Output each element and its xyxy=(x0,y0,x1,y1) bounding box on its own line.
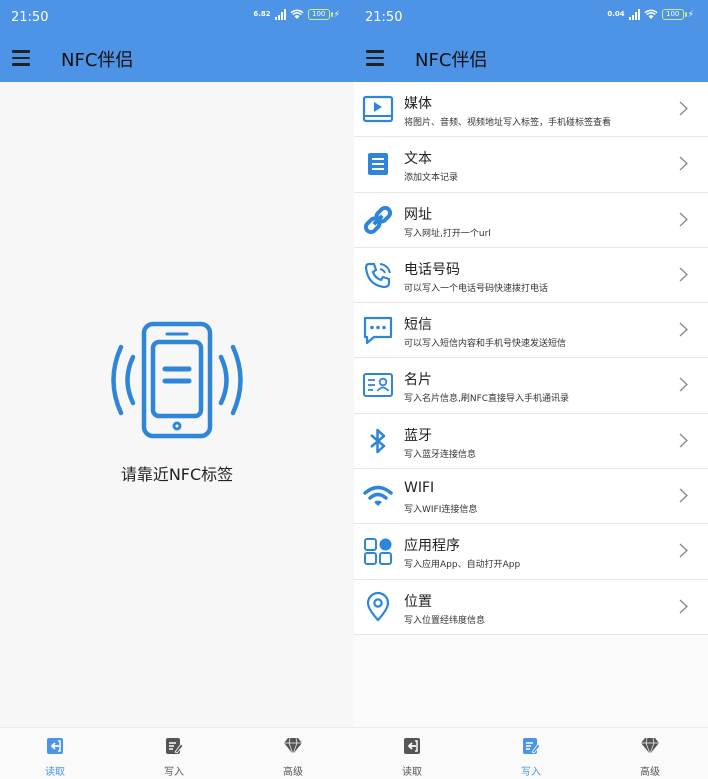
list-item-media[interactable]: 媒体 将图片、音频、视频地址写入标签，手机碰标签查看 xyxy=(354,82,708,138)
write-screen: 21:50 0.04 100 ⚡ NFC伴侣 媒体 将图片、音频、视频地址写入标… xyxy=(354,0,708,779)
chevron-right-icon xyxy=(679,267,688,282)
bluetooth-icon xyxy=(370,428,386,454)
charging-icon: ⚡ xyxy=(333,9,340,20)
apps-icon xyxy=(364,538,392,566)
wifi-status-icon xyxy=(290,9,304,19)
wifi-icon xyxy=(363,485,393,507)
approach-nfc-hint: 请靠近NFC标签 xyxy=(120,465,234,484)
battery-icon: 100 xyxy=(661,9,687,20)
app-bar: NFC伴侣 xyxy=(0,34,354,82)
chevron-right-icon xyxy=(679,101,688,116)
tab-advanced[interactable]: 高级 xyxy=(620,736,680,778)
chevron-right-icon xyxy=(679,378,688,392)
nfc-read-prompt: 请靠近NFC标签 xyxy=(0,320,354,485)
write-icon xyxy=(523,738,541,754)
write-icon xyxy=(166,738,184,754)
tab-read[interactable]: 读取 xyxy=(25,736,85,778)
phone-icon xyxy=(364,262,391,288)
tab-write[interactable]: 写入 xyxy=(144,736,204,778)
chevron-right-icon xyxy=(679,212,688,227)
list-item-url[interactable]: 网址 写入网址,打开一个url xyxy=(354,192,708,248)
signal-icon xyxy=(274,9,286,20)
status-time: 21:50 xyxy=(365,10,403,25)
media-icon xyxy=(362,95,394,123)
wifi-status-icon xyxy=(644,9,658,19)
list-item-bluetooth[interactable]: 蓝牙 写入蓝牙连接信息 xyxy=(354,413,708,470)
menu-icon[interactable] xyxy=(12,50,30,66)
location-icon xyxy=(366,591,390,622)
bottom-nav: 读取 写入 高级 xyxy=(354,727,708,779)
text-icon xyxy=(368,153,388,176)
list-item-apps[interactable]: 应用程序 写入应用App、自动打开App xyxy=(354,524,708,580)
app-title: NFC伴侣 xyxy=(61,50,134,71)
chevron-right-icon xyxy=(679,599,688,614)
diamond-icon xyxy=(284,737,302,755)
read-icon xyxy=(47,738,63,754)
net-speed: 6.82 xyxy=(253,10,271,18)
list-item-wifi[interactable]: WIFI 写入WIFI连接信息 xyxy=(354,469,708,525)
tab-advanced[interactable]: 高级 xyxy=(263,736,323,778)
chevron-right-icon xyxy=(679,322,688,337)
sms-icon xyxy=(363,317,393,345)
status-bar: 21:50 6.82 100 ⚡ xyxy=(0,0,354,34)
chevron-right-icon xyxy=(679,488,688,503)
bottom-nav: 读取 写入 高级 xyxy=(0,727,354,779)
nfc-phone-icon xyxy=(107,320,247,445)
list-item-phone[interactable]: 电话号码 可以写入一个电话号码快速拨打电话 xyxy=(354,247,708,304)
battery-icon: 100 xyxy=(307,9,333,20)
menu-icon[interactable] xyxy=(366,50,384,66)
list-item-contact-card[interactable]: 名片 写入名片信息,刷NFC直接导入手机通讯录 xyxy=(354,358,708,414)
net-speed: 0.04 xyxy=(607,10,625,18)
list-item-location[interactable]: 位置 写入位置经纬度信息 xyxy=(354,579,708,635)
link-icon xyxy=(363,205,393,234)
app-bar: NFC伴侣 xyxy=(354,34,708,82)
list-item-text[interactable]: 文本 添加文本记录 xyxy=(354,137,708,193)
status-bar: 21:50 0.04 100 ⚡ xyxy=(354,0,708,34)
tab-read[interactable]: 读取 xyxy=(382,736,442,778)
write-type-list: 媒体 将图片、音频、视频地址写入标签，手机碰标签查看 文本 添加文本记录 网址 … xyxy=(354,82,708,635)
signal-icon xyxy=(628,9,640,20)
status-time: 21:50 xyxy=(11,10,49,25)
app-title: NFC伴侣 xyxy=(415,50,488,71)
chevron-right-icon xyxy=(679,156,688,171)
read-icon xyxy=(404,738,420,754)
chevron-right-icon xyxy=(679,543,688,558)
diamond-icon xyxy=(641,737,659,755)
contact-card-icon xyxy=(363,373,393,398)
chevron-right-icon xyxy=(679,433,688,448)
list-item-sms[interactable]: 短信 可以写入短信内容和手机号快速发送短信 xyxy=(354,303,708,359)
read-screen: 21:50 6.82 100 ⚡ NFC伴侣 请靠近NFC标签 读取 写入 高级 xyxy=(0,0,354,779)
charging-icon: ⚡ xyxy=(687,9,694,20)
tab-write[interactable]: 写入 xyxy=(501,736,561,778)
